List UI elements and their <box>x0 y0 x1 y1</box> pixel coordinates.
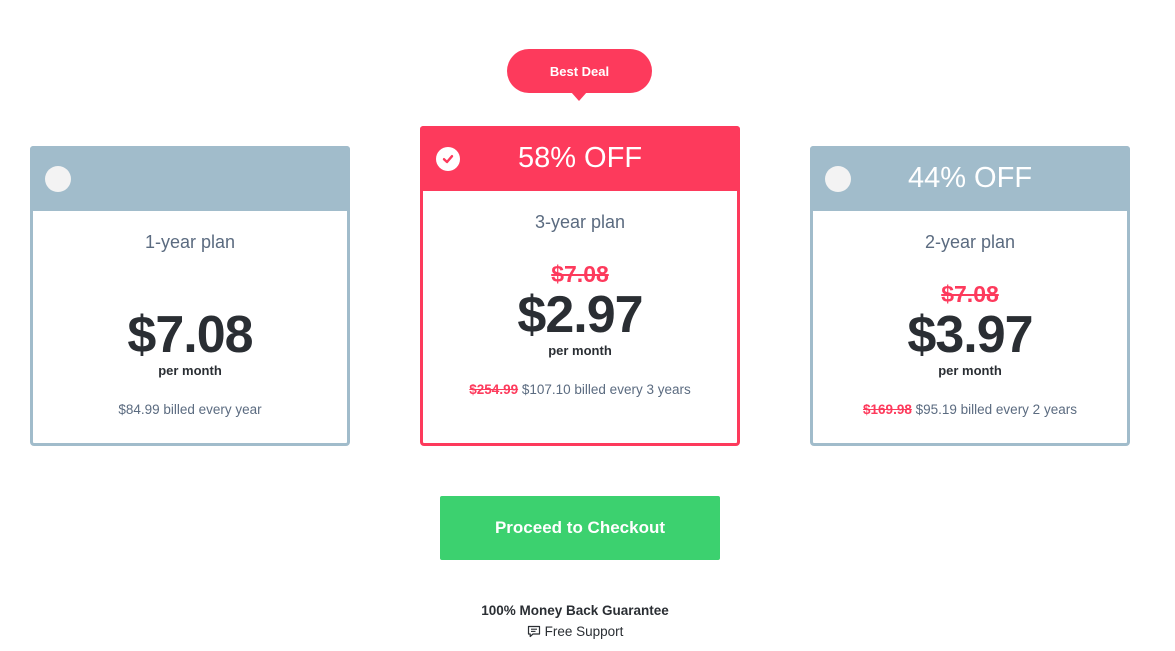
billing-info: $254.99 $107.10 billed every 3 years <box>423 382 737 397</box>
chat-icon <box>527 625 540 638</box>
price-period: per month <box>938 363 1002 378</box>
proceed-to-checkout-button[interactable]: Proceed to Checkout <box>440 496 720 560</box>
plan-card-3-year[interactable]: 58% OFF 3-year plan $7.08 $2.97 per mont… <box>420 126 740 446</box>
checkmark-icon <box>442 155 454 164</box>
billed-text: $84.99 billed every year <box>118 402 262 417</box>
billed-old-price: $169.98 <box>863 402 912 417</box>
pricing-page: Best Deal 1-year plan $7.08 per month $8… <box>0 0 1175 651</box>
monthly-price: $3.97 <box>907 306 1033 364</box>
price-period: per month <box>548 343 612 358</box>
plan-radio-button[interactable] <box>825 166 851 192</box>
billing-info: $84.99 billed every year <box>33 402 347 417</box>
monthly-price: $2.97 <box>517 286 643 344</box>
billed-old-price: $254.99 <box>469 382 519 397</box>
plan-name: 2-year plan <box>924 232 1016 252</box>
plan-card-header: 58% OFF <box>420 126 740 191</box>
billing-info: $169.98 $95.19 billed every 2 years <box>813 402 1127 417</box>
plan-card-header <box>30 146 350 211</box>
plan-card-2-year[interactable]: 44% OFF 2-year plan $7.08 $3.97 per mont… <box>810 146 1130 446</box>
free-support: Free Support <box>0 624 1150 639</box>
monthly-price: $7.08 <box>127 306 253 364</box>
money-back-guarantee: 100% Money Back Guarantee <box>481 603 669 618</box>
plan-card-1-year[interactable]: 1-year plan $7.08 per month $84.99 bille… <box>30 146 350 446</box>
plan-card-header: 44% OFF <box>810 146 1130 211</box>
best-deal-badge: Best Deal <box>507 49 652 101</box>
plan-radio-button[interactable] <box>45 166 71 192</box>
discount-label: 44% OFF <box>907 162 1033 194</box>
billed-text: $95.19 billed every 2 years <box>915 402 1077 417</box>
plan-radio-button-selected[interactable] <box>436 147 460 171</box>
billed-text: $107.10 billed every 3 years <box>521 382 691 397</box>
plan-name: 1-year plan <box>144 232 236 252</box>
free-support-label: Free Support <box>544 624 624 639</box>
discount-label: 58% OFF <box>517 142 643 174</box>
price-period: per month <box>158 363 222 378</box>
best-deal-label: Best Deal <box>549 63 610 79</box>
plan-name: 3-year plan <box>534 212 626 232</box>
